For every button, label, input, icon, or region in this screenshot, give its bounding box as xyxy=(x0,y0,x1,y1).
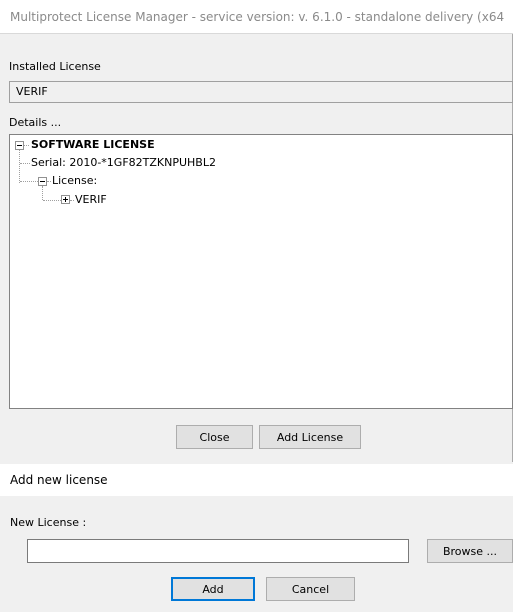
tree-connector xyxy=(20,163,30,164)
tree-root-software-license[interactable]: SOFTWARE LICENSE xyxy=(31,138,155,152)
add-button[interactable]: Add xyxy=(171,577,255,601)
tree-item-serial[interactable]: Serial: 2010-*1GF82TZKNPUHBL2 xyxy=(31,156,216,170)
details-label: Details ... xyxy=(9,116,62,129)
tree-connector xyxy=(47,181,51,182)
installed-license-label: Installed License xyxy=(9,60,101,73)
tree-item-license[interactable]: License: xyxy=(52,174,97,188)
add-license-button[interactable]: Add License xyxy=(259,425,361,449)
tree-connector xyxy=(24,145,29,146)
collapse-icon[interactable] xyxy=(38,177,47,186)
tree-connector xyxy=(43,200,61,201)
tree-connector xyxy=(42,186,43,200)
collapse-icon[interactable] xyxy=(15,141,24,150)
browse-button[interactable]: Browse ... xyxy=(427,539,513,563)
close-button[interactable]: Close xyxy=(176,425,253,449)
expand-icon[interactable] xyxy=(61,195,70,204)
tree-connector xyxy=(19,150,20,183)
new-license-label: New License : xyxy=(10,516,87,529)
tree-connector xyxy=(70,200,74,201)
tree-item-verif[interactable]: VERIF xyxy=(75,193,107,207)
details-tree[interactable]: SOFTWARE LICENSE Serial: 2010-*1GF82TZKN… xyxy=(9,134,513,409)
installed-license-field: VERIF xyxy=(9,81,513,103)
window-title: Multiprotect License Manager - service v… xyxy=(0,0,513,34)
cancel-button[interactable]: Cancel xyxy=(266,577,355,601)
new-license-input[interactable] xyxy=(27,539,409,563)
tree-connector xyxy=(20,181,38,182)
add-license-title: Add new license xyxy=(0,464,513,496)
